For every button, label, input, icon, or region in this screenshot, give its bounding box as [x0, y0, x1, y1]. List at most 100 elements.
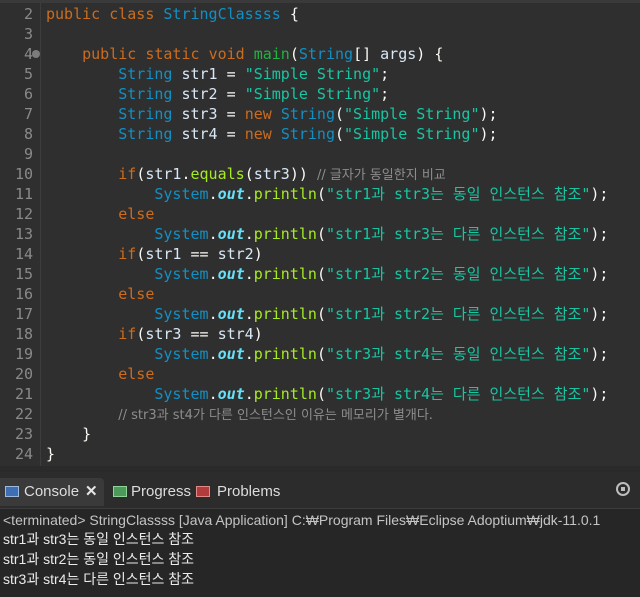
console-tab-bar: Console ✕ Progress Problems: [0, 472, 640, 509]
code-token: )): [289, 165, 317, 183]
code-line[interactable]: 5 String str1 = "Simple String";: [0, 64, 640, 84]
code-token: println: [253, 345, 317, 363]
code-line[interactable]: 3: [0, 24, 640, 44]
code-token: static: [145, 45, 209, 63]
code-text: String str2 = "Simple String";: [46, 84, 389, 104]
code-token: );: [590, 385, 609, 403]
code-token: .: [181, 165, 191, 183]
code-line[interactable]: 12 else: [0, 204, 640, 224]
code-token: ): [253, 325, 263, 343]
code-token: "str3과 str4는 다른 인스턴스 참조": [325, 385, 591, 403]
code-token: System: [154, 225, 209, 243]
code-token: str4: [181, 125, 218, 143]
code-token: "str3과 str4는 동일 인스턴스 참조": [325, 345, 591, 363]
code-line[interactable]: 17 System.out.println("str1과 str2는 다른 인스…: [0, 304, 640, 324]
code-text: else: [46, 284, 154, 304]
code-line[interactable]: 15 System.out.println("str1과 str2는 동일 인스…: [0, 264, 640, 284]
code-token: =: [217, 85, 245, 103]
code-line[interactable]: 7 String str3 = new String("Simple Strin…: [0, 104, 640, 124]
code-token: println: [253, 265, 317, 283]
code-line[interactable]: 22 // str3과 st4가 다른 인스턴스인 이유는 메모리가 별개다.: [0, 404, 640, 424]
code-token: class: [109, 5, 164, 23]
code-text: else: [46, 204, 154, 224]
code-token: =: [217, 65, 245, 83]
code-line[interactable]: 11 System.out.println("str1과 str3는 동일 인스…: [0, 184, 640, 204]
code-token: println: [253, 385, 317, 403]
code-token: String: [118, 105, 182, 123]
code-token: println: [253, 305, 317, 323]
fold-toggle-icon[interactable]: [32, 50, 40, 58]
line-number: 6: [23, 85, 33, 103]
code-line[interactable]: 20 else: [0, 364, 640, 384]
code-token: (: [136, 325, 146, 343]
tab-console[interactable]: Console ✕: [0, 478, 104, 506]
code-line[interactable]: 13 System.out.println("str1과 str3는 다른 인스…: [0, 224, 640, 244]
code-text: }: [46, 424, 91, 444]
code-token: "str1과 str2는 동일 인스턴스 참조": [325, 265, 591, 283]
code-text: System.out.println("str1과 str2는 동일 인스턴스 …: [46, 264, 608, 284]
code-line[interactable]: 16 else: [0, 284, 640, 304]
code-line[interactable]: 23 }: [0, 424, 640, 444]
code-token: (: [335, 125, 345, 143]
code-token: System: [154, 305, 209, 323]
code-line[interactable]: 14 if(str1 == str2): [0, 244, 640, 264]
line-number: 23: [14, 425, 33, 443]
code-token: str3: [145, 325, 182, 343]
code-token: str2: [181, 85, 218, 103]
tab-progress-label: Progress: [131, 483, 192, 500]
code-token: (: [316, 385, 326, 403]
code-token: else: [118, 285, 155, 303]
code-line[interactable]: 4 public static void main(String[] args)…: [0, 44, 640, 64]
tab-problems[interactable]: Problems: [193, 478, 293, 506]
code-token: str3: [181, 105, 218, 123]
line-number: 17: [14, 305, 33, 323]
code-token: "Simple String": [344, 125, 480, 143]
code-line[interactable]: 18 if(str3 == str4): [0, 324, 640, 344]
code-text: if(str1 == str2): [46, 244, 263, 264]
code-line[interactable]: 9: [0, 144, 640, 164]
code-token: {: [289, 5, 299, 23]
code-token: ;: [380, 65, 390, 83]
code-token: .: [208, 185, 218, 203]
code-token: System: [154, 385, 209, 403]
code-token: "str1과 str2는 다른 인스턴스 참조": [325, 305, 591, 323]
code-token: }: [46, 445, 56, 463]
code-line[interactable]: 21 System.out.println("str3과 str4는 다른 인스…: [0, 384, 640, 404]
code-line[interactable]: 2 public class StringClassss {: [0, 4, 640, 24]
code-line[interactable]: 19 System.out.println("str3과 str4는 동일 인스…: [0, 344, 640, 364]
code-token: out: [217, 185, 245, 203]
code-token: (: [316, 345, 326, 363]
code-line[interactable]: 10 if(str1.equals(str3)) // 글자가 동일한지 비교: [0, 164, 640, 184]
console-output[interactable]: <terminated> StringClassss [Java Applica…: [0, 509, 640, 597]
code-token: str1: [181, 65, 218, 83]
tab-progress[interactable]: Progress: [107, 478, 191, 506]
code-editor[interactable]: 2 public class StringClassss {3 4 public s…: [0, 0, 640, 466]
line-number: 19: [14, 345, 33, 363]
code-token: String: [280, 105, 335, 123]
code-line[interactable]: 6 String str2 = "Simple String";: [0, 84, 640, 104]
code-token: .: [208, 385, 218, 403]
code-line[interactable]: 24}: [0, 444, 640, 464]
line-number: 20: [14, 365, 33, 383]
code-token: (: [136, 245, 146, 263]
pin-console-icon[interactable]: [616, 482, 630, 496]
close-icon[interactable]: ✕: [85, 478, 98, 506]
line-number: 13: [14, 225, 33, 243]
code-token: .: [244, 185, 254, 203]
line-number: 22: [14, 405, 33, 423]
code-token: );: [590, 305, 609, 323]
console-output-line: str1과 str3는 동일 인스턴스 참조: [3, 531, 195, 547]
code-text: public class StringClassss {: [46, 4, 299, 24]
code-token: =: [217, 125, 245, 143]
code-line[interactable]: 8 String str4 = new String("Simple Strin…: [0, 124, 640, 144]
code-token: "str1과 str3는 동일 인스턴스 참조": [325, 185, 591, 203]
code-text: String str4 = new String("Simple String"…: [46, 124, 497, 144]
